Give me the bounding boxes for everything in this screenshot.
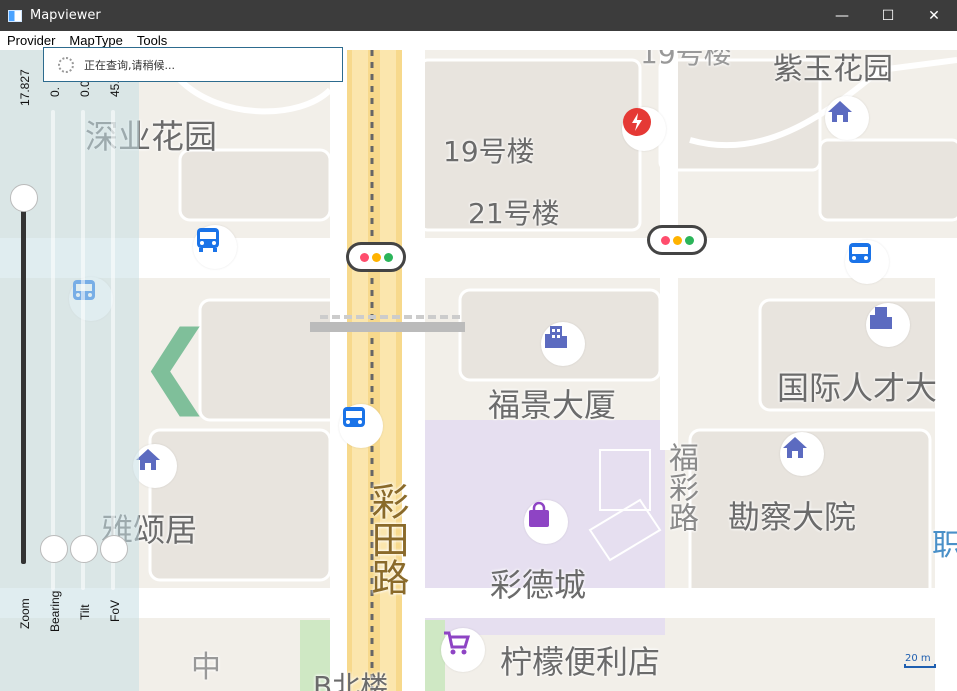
traffic-light-icon bbox=[647, 225, 707, 255]
map-label-19: 19号楼 bbox=[443, 135, 535, 168]
menu-provider[interactable]: Provider bbox=[0, 33, 62, 48]
map-label-zhong: 中 bbox=[191, 650, 221, 685]
close-button[interactable]: ✕ bbox=[911, 0, 957, 31]
tilt-label: Tilt bbox=[78, 604, 92, 620]
map-label-caide: 彩德城 bbox=[490, 566, 587, 604]
title-bar: Mapviewer — ☐ ✕ bbox=[0, 0, 957, 31]
scale-bar bbox=[904, 664, 936, 668]
map-label-fujing: 福景大厦 bbox=[488, 386, 617, 424]
shopping-bag-icon[interactable] bbox=[524, 500, 568, 544]
map-label-kancha: 勘察大院 bbox=[728, 498, 857, 536]
fov-track[interactable] bbox=[111, 110, 115, 590]
bus-stop-icon[interactable] bbox=[845, 240, 889, 284]
app-icon bbox=[8, 9, 22, 22]
office-building-icon[interactable] bbox=[866, 303, 910, 347]
tilt-slider-handle[interactable] bbox=[70, 535, 98, 563]
loading-spinner-icon bbox=[58, 56, 74, 73]
map-label-edge: 职 bbox=[932, 528, 957, 563]
menu-tools[interactable]: Tools bbox=[130, 33, 174, 48]
residential-icon[interactable] bbox=[780, 432, 824, 476]
tilt-track[interactable] bbox=[81, 110, 85, 590]
residential-icon[interactable] bbox=[133, 444, 177, 488]
bus-stop-icon[interactable] bbox=[193, 225, 237, 269]
fov-value: 45. bbox=[108, 80, 122, 97]
minimize-button[interactable]: — bbox=[819, 0, 865, 31]
map-label-19-top: 19号楼 bbox=[640, 50, 732, 70]
road-label-caitian: 彩田路 bbox=[365, 482, 409, 596]
query-status-text: 正在查询,请稍候... bbox=[84, 58, 175, 72]
traffic-light-icon bbox=[346, 242, 406, 272]
tilt-value: 0.0 bbox=[78, 80, 92, 97]
menu-maptype[interactable]: MapType bbox=[62, 33, 129, 48]
map-label-ningmeng: 柠檬便利店 bbox=[500, 643, 661, 681]
bearing-value: 0. bbox=[48, 86, 62, 97]
collapse-chevron-icon[interactable]: ❮ bbox=[138, 320, 213, 410]
map-label-21: 21号楼 bbox=[468, 197, 560, 230]
fov-label: FoV bbox=[108, 599, 122, 622]
bearing-label: Bearing bbox=[48, 590, 62, 632]
bearing-track[interactable] bbox=[51, 110, 55, 590]
scale-label: 20 m bbox=[905, 653, 931, 664]
map-label-bbei: B北楼 bbox=[313, 670, 389, 691]
query-status-box: 正在查询,请稍候... bbox=[43, 47, 343, 82]
bearing-slider-handle[interactable] bbox=[40, 535, 68, 563]
office-building-icon[interactable] bbox=[541, 322, 585, 366]
window-title: Mapviewer bbox=[30, 8, 101, 23]
map-label-guoji: 国际人才大 bbox=[777, 369, 938, 407]
zoom-slider[interactable] bbox=[21, 200, 26, 564]
bus-stop-icon[interactable] bbox=[339, 404, 383, 448]
road-label-fucai: 福彩路 bbox=[663, 442, 698, 532]
maximize-button[interactable]: ☐ bbox=[865, 0, 911, 31]
zoom-slider-handle[interactable] bbox=[10, 184, 38, 212]
residential-icon[interactable] bbox=[825, 96, 869, 140]
zoom-value: 17.827 bbox=[18, 69, 32, 106]
zoom-label: Zoom bbox=[18, 598, 32, 629]
map-label-ziyu: 紫玉花园 bbox=[773, 52, 893, 87]
ev-charger-icon[interactable] bbox=[622, 107, 666, 151]
fov-slider-handle[interactable] bbox=[100, 535, 128, 563]
shopping-cart-icon[interactable] bbox=[441, 628, 485, 672]
